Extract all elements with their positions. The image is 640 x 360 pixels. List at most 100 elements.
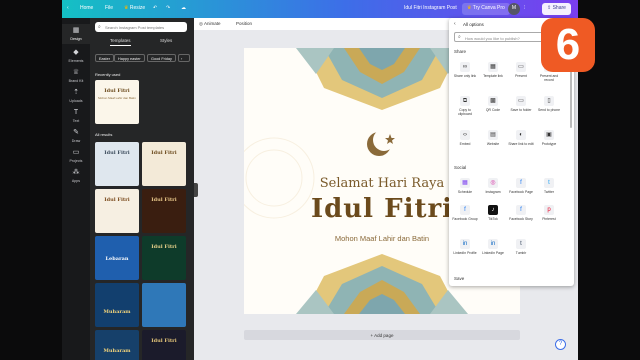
template-thumb[interactable]: Idul Fitri bbox=[142, 189, 186, 233]
template-thumb[interactable]: Idul Fitri bbox=[142, 236, 186, 280]
twitter-option[interactable]: t Twitter bbox=[536, 178, 562, 194]
instagram-option[interactable]: ◎ Instagram bbox=[480, 178, 506, 194]
template-thumb[interactable]: Idul Fitri bbox=[142, 142, 186, 186]
schedule-option[interactable]: ▦ Schedule bbox=[452, 178, 478, 194]
phone-icon: ▯ bbox=[544, 96, 554, 106]
share-only-link-option[interactable]: ∞ Share only link bbox=[452, 62, 478, 78]
save-folder-option[interactable]: ▭ Save to folder bbox=[508, 96, 534, 112]
search-icon: ⌕ bbox=[458, 34, 461, 40]
rail-item-elements[interactable]: ◆ Elements bbox=[62, 46, 90, 66]
tab-styles[interactable]: Styles bbox=[160, 38, 172, 43]
panel-collapse-handle[interactable] bbox=[194, 183, 198, 197]
website-icon: ▤ bbox=[488, 130, 498, 140]
document-title[interactable]: Idul Fitri Instagram Post bbox=[404, 5, 457, 11]
rail-item-text[interactable]: T Text bbox=[62, 106, 90, 126]
chip-easter[interactable]: Easter bbox=[95, 54, 114, 62]
redo-icon[interactable]: ↷ bbox=[166, 5, 170, 11]
position-button[interactable]: Position bbox=[236, 21, 252, 26]
qr-code-option[interactable]: ▩ QR Code bbox=[480, 96, 506, 112]
option-label: Share only link bbox=[453, 74, 477, 78]
template-thumb[interactable]: Idul Fitri bbox=[95, 142, 139, 186]
animate-button[interactable]: ◎ Animate bbox=[199, 21, 220, 27]
option-label: Facebook Story bbox=[509, 217, 533, 221]
menu-icon[interactable]: ‹ bbox=[67, 5, 69, 11]
option-label: LinkedIn Profile bbox=[453, 251, 477, 255]
rail-item-projects[interactable]: ▭ Projects bbox=[62, 146, 90, 166]
chip-happy-easter[interactable]: Happy easter bbox=[114, 54, 145, 62]
share-edit-link-option[interactable]: ◐ Share link to edit bbox=[508, 130, 534, 146]
rail-label: Apps bbox=[71, 179, 81, 183]
copy-icon: ⧉ bbox=[460, 96, 470, 106]
linkedin-page-icon: in bbox=[488, 239, 498, 249]
rail-item-brand[interactable]: ♕ Brand Kit bbox=[62, 66, 90, 86]
thumb-title: Lebaran bbox=[105, 256, 129, 262]
template-link-option[interactable]: ▦ Template link bbox=[480, 62, 506, 78]
tumblr-option[interactable]: t Tumblr bbox=[508, 239, 534, 255]
template-search-input[interactable]: ⌕ Search Instagram Post templates bbox=[95, 22, 187, 32]
thumb-title: Idul Fitri bbox=[151, 338, 177, 344]
pinterest-option[interactable]: p Pinterest bbox=[536, 205, 562, 221]
thumb-title: Muharam bbox=[103, 309, 131, 315]
template-thumb[interactable]: Idul Fitri bbox=[142, 330, 186, 360]
rail-item-draw[interactable]: ✎ Draw bbox=[62, 126, 90, 146]
chips-next-icon[interactable]: › bbox=[178, 54, 190, 62]
share-section-heading: Share bbox=[454, 49, 467, 54]
screen: ‹ Home File ♛ Resize ↶ ↷ ☁ Idul Fitri In… bbox=[0, 0, 640, 360]
facebook-icon: f bbox=[516, 178, 526, 188]
tab-templates[interactable]: Templates bbox=[110, 38, 131, 46]
option-label: Send to phone bbox=[537, 108, 561, 112]
rail-item-design[interactable]: ▦ Design bbox=[62, 24, 90, 44]
option-label: TikTok bbox=[488, 217, 498, 221]
help-button[interactable]: ? bbox=[555, 339, 566, 350]
stats-icon[interactable]: ⫶ bbox=[524, 5, 525, 11]
facebook-story-option[interactable]: f Facebook Story bbox=[508, 205, 534, 221]
present-option[interactable]: ▭ Present bbox=[508, 62, 534, 78]
file-menu[interactable]: File bbox=[105, 5, 113, 11]
template-thumb[interactable]: Lebaran bbox=[95, 236, 139, 280]
tumblr-icon: t bbox=[516, 239, 526, 249]
template-thumb[interactable]: Muharam bbox=[95, 330, 139, 360]
bottom-mandala bbox=[296, 254, 468, 314]
rail-item-apps[interactable]: ⁂ Apps bbox=[62, 166, 90, 186]
prototype-option[interactable]: ▣ Prototype bbox=[536, 130, 562, 146]
template-thumb[interactable] bbox=[142, 283, 186, 327]
template-thumb[interactable]: Idul Fitri Mohon Maaf Lahir dan Batin bbox=[95, 80, 139, 124]
back-icon[interactable]: ‹ bbox=[454, 21, 456, 27]
brand-icon: ♕ bbox=[72, 69, 80, 76]
linkedin-profile-option[interactable]: in LinkedIn Profile bbox=[452, 239, 478, 255]
linkedin-page-option[interactable]: in LinkedIn Page bbox=[480, 239, 506, 255]
option-label: LinkedIn Page bbox=[482, 251, 504, 255]
pinterest-icon: p bbox=[544, 205, 554, 215]
send-phone-option[interactable]: ▯ Send to phone bbox=[536, 96, 562, 112]
thumb-title: Idul Fitri bbox=[104, 197, 130, 203]
upload-icon: ⇡ bbox=[73, 89, 79, 96]
folder-icon: ▭ bbox=[72, 149, 80, 156]
share-button[interactable]: ⇪ Share bbox=[542, 3, 571, 15]
try-pro-button[interactable]: ♛ Try Canva Pro bbox=[462, 3, 510, 15]
option-label: Share link to edit bbox=[508, 142, 534, 146]
template-panel: ⌕ Search Instagram Post templates Templat… bbox=[90, 18, 194, 360]
prototype-icon: ▣ bbox=[544, 130, 554, 140]
thumb-subtitle: Mohon Maaf Lahir dan Batin bbox=[98, 96, 136, 100]
add-page-button[interactable]: + Add page bbox=[244, 330, 520, 340]
template-thumb[interactable]: Muharam bbox=[95, 283, 139, 327]
linkedin-icon: in bbox=[460, 239, 470, 249]
chip-good-friday[interactable]: Good Friday bbox=[147, 54, 176, 62]
tiktok-option[interactable]: ♪ TikTok bbox=[480, 205, 506, 221]
facebook-group-option[interactable]: f Facebook Group bbox=[452, 205, 478, 221]
embed-option[interactable]: ‹› Embed bbox=[452, 130, 478, 146]
link-icon: ∞ bbox=[460, 62, 470, 72]
template-thumb[interactable]: Idul Fitri bbox=[95, 189, 139, 233]
qr-icon: ▩ bbox=[488, 96, 498, 106]
resize-button[interactable]: ♛ Resize bbox=[124, 5, 145, 11]
home-link[interactable]: Home bbox=[80, 5, 93, 11]
website-option[interactable]: ▤ Website bbox=[480, 130, 506, 146]
rail-item-uploads[interactable]: ⇡ Uploads bbox=[62, 86, 90, 106]
avatar[interactable]: M bbox=[508, 3, 520, 15]
copy-clipboard-option[interactable]: ⧉ Copy to clipboard bbox=[452, 96, 478, 116]
option-label: Website bbox=[486, 142, 500, 146]
try-pro-label: Try Canva Pro bbox=[472, 5, 505, 11]
facebook-group-icon: f bbox=[460, 205, 470, 215]
undo-icon[interactable]: ↶ bbox=[153, 5, 157, 11]
facebook-page-option[interactable]: f Facebook Page bbox=[508, 178, 534, 194]
